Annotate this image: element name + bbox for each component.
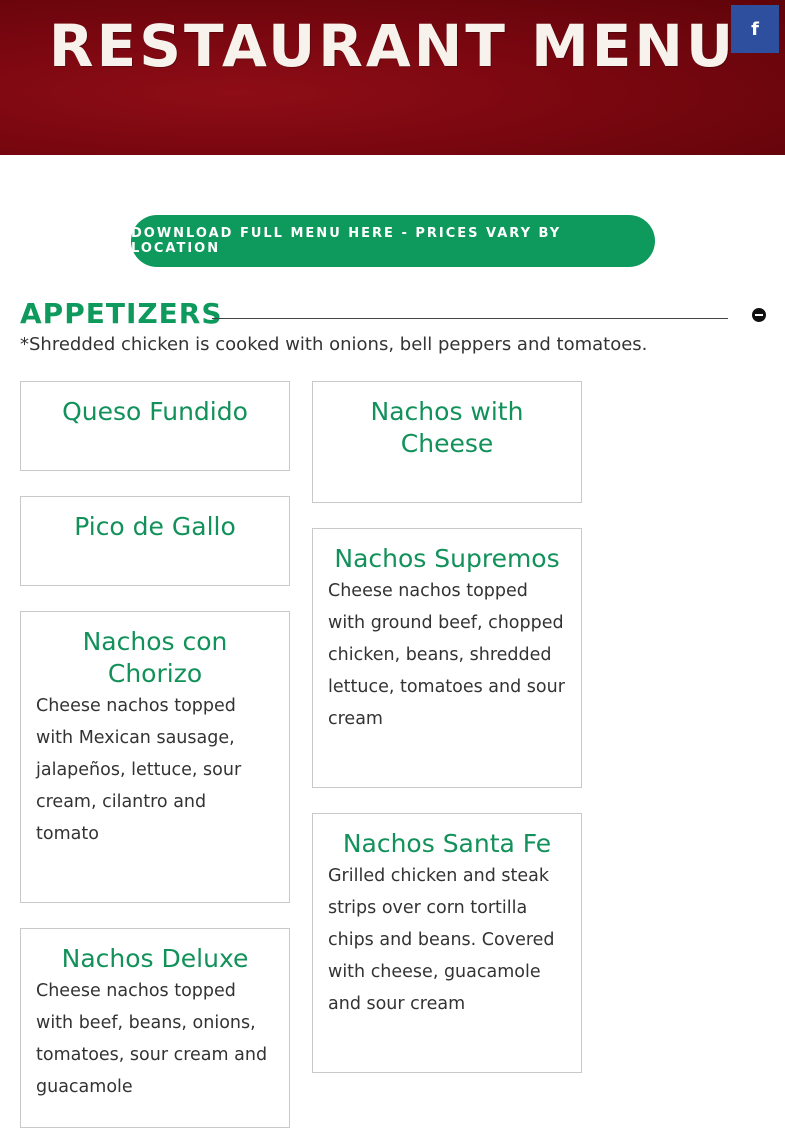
menu-item-card[interactable]: Nachos Santa Fe Grilled chicken and stea… bbox=[312, 813, 582, 1073]
menu-item-title: Nachos with Cheese bbox=[370, 397, 524, 458]
menu-item-card[interactable]: Nachos con Chorizo Cheese nachos topped … bbox=[20, 611, 290, 903]
facebook-icon: f bbox=[751, 18, 759, 40]
page-title: RESTAURANT MENU bbox=[48, 12, 737, 80]
menu-item-title: Queso Fundido bbox=[62, 397, 248, 426]
menu-item-description: Grilled chicken and steak strips over co… bbox=[328, 866, 555, 1014]
menu-item-description: Cheese nachos topped with Mexican sausag… bbox=[36, 696, 242, 844]
section-title-appetizers[interactable]: APPETIZERS bbox=[20, 292, 223, 336]
download-menu-button[interactable]: DOWNLOAD FULL MENU HERE - PRICES VARY BY… bbox=[131, 215, 655, 267]
menu-item-title: Pico de Gallo bbox=[74, 512, 236, 541]
menu-item-title: Nachos Deluxe bbox=[61, 944, 249, 973]
collapse-icon[interactable] bbox=[752, 308, 766, 322]
menu-item-title: Nachos Santa Fe bbox=[342, 829, 552, 858]
menu-item-card[interactable]: Nachos with Cheese bbox=[312, 381, 582, 503]
menu-item-description: Cheese nachos topped with beef, beans, o… bbox=[36, 981, 268, 1097]
facebook-share-button[interactable]: f bbox=[731, 5, 779, 53]
section-note: *Shredded chicken is cooked with onions,… bbox=[20, 334, 648, 355]
header-banner: RESTAURANT MENU bbox=[0, 0, 785, 155]
menu-item-title: Nachos Supremos bbox=[334, 544, 560, 573]
menu-item-description: Cheese nachos topped with ground beef, c… bbox=[328, 581, 565, 729]
menu-item-title: Nachos con Chorizo bbox=[82, 627, 228, 688]
menu-item-card[interactable]: Nachos Supremos Cheese nachos topped wit… bbox=[312, 528, 582, 788]
menu-item-card[interactable]: Pico de Gallo bbox=[20, 496, 290, 586]
section-divider bbox=[212, 318, 728, 319]
menu-item-card[interactable]: Queso Fundido bbox=[20, 381, 290, 471]
menu-item-card[interactable]: Nachos Deluxe Cheese nachos topped with … bbox=[20, 928, 290, 1128]
